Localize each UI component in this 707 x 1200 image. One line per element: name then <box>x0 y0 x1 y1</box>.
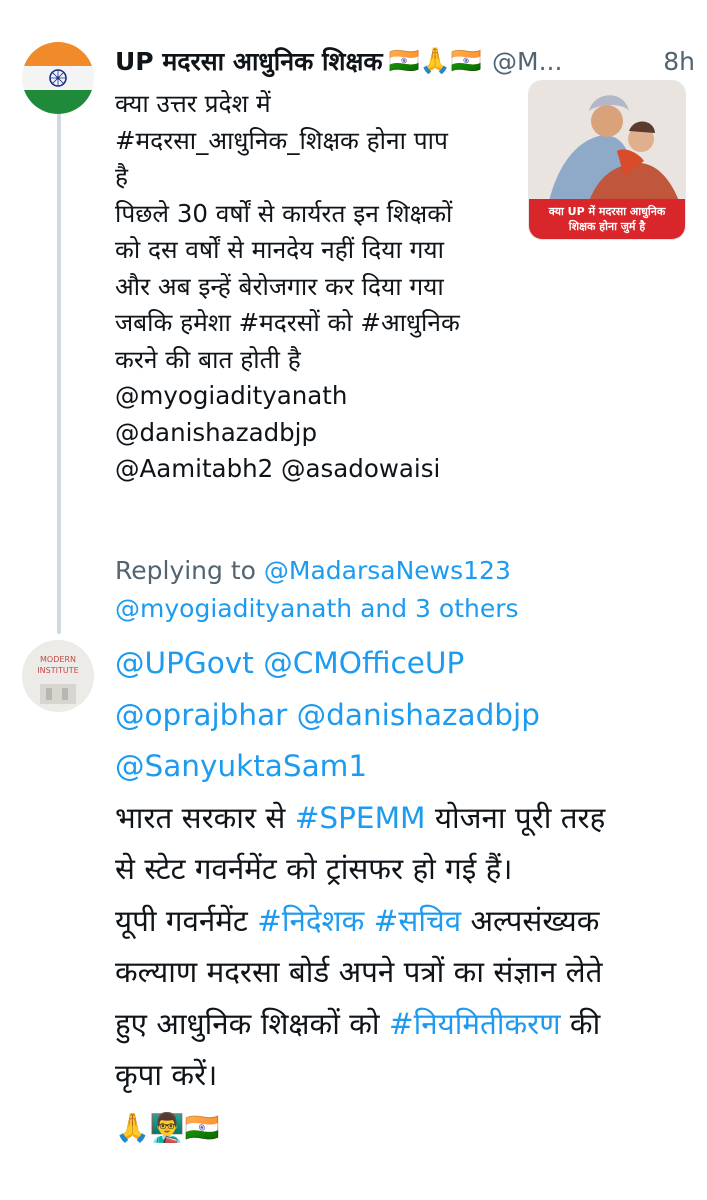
tweet-mention-line[interactable]: @myogiadityanath <box>115 378 515 415</box>
reply-text: @UPGovt @CMOfficeUP @oprajbhar @danishaz… <box>115 638 695 1153</box>
tweet-line: को दस वर्षों से मानदेय नहीं दिया गया <box>115 235 444 264</box>
tweet-line: पिछले 30 वर्षों से कार्यरत इन शिक्षकों <box>115 198 453 228</box>
reply-segment: हुए आधुनिक शिक्षकों को <box>115 1006 389 1041</box>
tweet-line[interactable]: जबकि हमेशा #मदरसों को #आधुनिक <box>115 305 515 342</box>
tweet-line[interactable]: #मदरसा_आधुनिक_शिक्षक होना पाप <box>115 123 515 160</box>
hashtag-link[interactable]: #निदेशक <box>257 904 364 938</box>
reply-line: कृपा करें। <box>115 1058 218 1092</box>
hashtag-link[interactable]: #सचिव <box>374 904 461 938</box>
reply-mentions-line[interactable]: @SanyuktaSam1 <box>115 741 695 793</box>
reply-author-avatar[interactable]: MODERN INSTITUTE <box>22 640 94 712</box>
reply-mentions-line[interactable]: @oprajbhar @danishazadbjp <box>115 690 695 742</box>
avatar-text-line: MODERN <box>40 655 76 664</box>
reply-segment: अल्पसंख्यक <box>461 903 600 938</box>
reply-segment: यूपी गवर्नमेंट <box>115 903 258 938</box>
tweet-mention-line[interactable]: @danishazadbjp <box>115 415 515 452</box>
replying-to: Replying to @MadarsaNews123 @myogiaditya… <box>115 552 695 628</box>
hashtag-link[interactable]: #नियमितीकरण <box>389 1007 561 1041</box>
tweet-line: है <box>115 162 129 191</box>
author-name[interactable]: UP मदरसा आधुनिक शिक्षक <box>115 44 383 78</box>
media-caption: क्या UP में मदरसा आधुनिक शिक्षक होना जुर… <box>529 199 685 239</box>
replying-to-others-link[interactable]: @myogiadityanath and 3 others <box>115 594 519 623</box>
tweet-text: क्या उत्तर प्रदेश में #मदरसा_आधुनिक_शिक्… <box>115 86 515 488</box>
replying-to-link[interactable]: @MadarsaNews123 <box>264 556 511 585</box>
reply-line: हुए आधुनिक शिक्षकों को #नियमितीकरण की <box>115 999 695 1051</box>
author-avatar[interactable] <box>22 42 94 114</box>
media-illustration <box>529 81 685 201</box>
india-flag-icon <box>22 42 94 114</box>
reply-line: से स्टेट गवर्नमेंट को ट्रांसफर हो गई हैं… <box>115 852 513 886</box>
reply-segment: की <box>560 1006 601 1041</box>
tweet-timestamp[interactable]: 8h <box>663 47 695 76</box>
reply-line: भारत सरकार से #SPEMM योजना पूरी तरह <box>115 793 695 845</box>
reply-line: यूपी गवर्नमेंट #निदेशक #सचिव अल्पसंख्यक <box>115 896 695 948</box>
thread-connector-line <box>57 112 61 634</box>
modern-institute-logo-icon: MODERN INSTITUTE <box>22 640 94 712</box>
tweet-line: और अब इन्हें बेरोजगार कर दिया गया <box>115 271 444 301</box>
reply-segment: भारत सरकार से <box>115 800 295 835</box>
hashtag-link[interactable]: #SPEMM <box>295 801 426 835</box>
tweet-line: क्या उत्तर प्रदेश में <box>115 89 271 118</box>
author-handle[interactable]: @M... <box>492 47 562 76</box>
media-caption-line: क्या UP में मदरसा आधुनिक <box>548 205 666 218</box>
reply-emojis: 🙏👨‍🏫🇮🇳 <box>115 1110 220 1144</box>
reply-segment: योजना पूरी तरह <box>425 800 606 835</box>
reply-line: कल्याण मदरसा बोर्ड अपने पत्रों का संज्ञा… <box>115 955 603 989</box>
tweet-media-thumbnail[interactable]: क्या UP में मदरसा आधुनिक शिक्षक होना जुर… <box>528 80 686 240</box>
tweet-line: करने की बात होती है <box>115 344 301 374</box>
reply-mentions-line[interactable]: @UPGovt @CMOfficeUP <box>115 638 695 690</box>
avatar-text-line: INSTITUTE <box>37 666 78 675</box>
replying-prefix: Replying to <box>115 556 264 585</box>
tweet-header: UP मदरसा आधुनिक शिक्षक 🇮🇳🙏🇮🇳 @M... 8h <box>115 40 695 82</box>
media-caption-line: शिक्षक होना जुर्म है <box>568 220 646 233</box>
author-flags-emoji: 🇮🇳🙏🇮🇳 <box>388 46 483 75</box>
tweet-mention-line[interactable]: @Aamitabh2 @asadowaisi <box>115 451 515 488</box>
